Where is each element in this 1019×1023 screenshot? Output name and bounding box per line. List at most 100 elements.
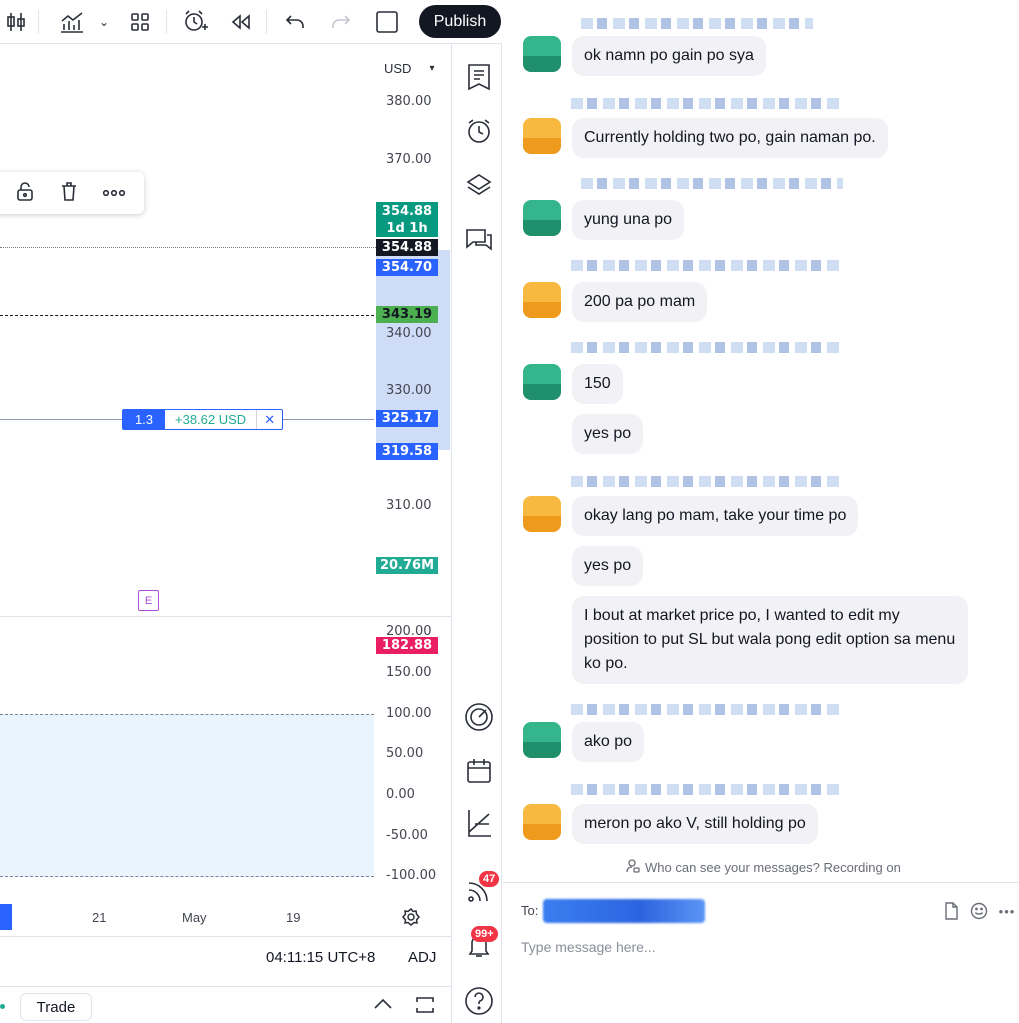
indicator-tick: -100.00 bbox=[386, 868, 437, 883]
redo-icon[interactable] bbox=[328, 8, 354, 36]
price-tick: 310.00 bbox=[386, 498, 432, 513]
avatar[interactable] bbox=[523, 118, 561, 154]
close-position-icon[interactable]: ✕ bbox=[256, 410, 282, 429]
layers-icon[interactable] bbox=[464, 170, 494, 200]
time-axis[interactable]: 21 May 19 bbox=[0, 904, 451, 932]
position-price-label: 325.17 bbox=[376, 410, 438, 427]
indicator-tick: 0.00 bbox=[386, 787, 415, 802]
avatar[interactable] bbox=[523, 804, 561, 840]
target-icon[interactable] bbox=[464, 702, 494, 732]
time-tick: 19 bbox=[286, 910, 301, 925]
alarm-add-icon[interactable] bbox=[180, 8, 210, 36]
to-label: To: bbox=[521, 903, 539, 918]
price-scale[interactable]: 380.00 370.00 340.00 330.00 310.00 200.0… bbox=[374, 44, 451, 904]
help-icon[interactable] bbox=[464, 986, 494, 1016]
calendar-icon[interactable] bbox=[464, 756, 494, 786]
indicator-value-label: 182.88 bbox=[376, 637, 438, 654]
message-bubble[interactable]: meron po ako V, still holding po bbox=[572, 804, 818, 844]
chevron-down-icon[interactable]: ⌄ bbox=[96, 8, 112, 36]
replay-icon[interactable] bbox=[228, 8, 254, 36]
pane-divider[interactable] bbox=[0, 616, 451, 617]
range-low-label: 319.58 bbox=[376, 443, 438, 460]
bottom-panel-bar: Trade bbox=[0, 986, 451, 1023]
tab-trade[interactable]: Trade bbox=[20, 993, 92, 1021]
emoji-icon[interactable] bbox=[969, 901, 989, 921]
sender-name-redacted bbox=[581, 178, 843, 189]
trend-line-icon[interactable] bbox=[464, 808, 494, 838]
adj-toggle[interactable]: ADJ bbox=[408, 949, 436, 966]
more-options-icon[interactable] bbox=[102, 184, 126, 202]
last-price-value: 354.88 bbox=[381, 204, 433, 219]
message-bubble[interactable]: Currently holding two po, gain naman po. bbox=[572, 118, 888, 158]
indicator-tick: -50.00 bbox=[386, 828, 428, 843]
price-tick: 380.00 bbox=[386, 94, 432, 109]
trash-icon[interactable] bbox=[58, 180, 80, 207]
sender-name-redacted bbox=[571, 260, 843, 271]
unlock-icon[interactable] bbox=[14, 180, 36, 207]
price-tick: 330.00 bbox=[386, 383, 432, 398]
order-price-label[interactable]: 343.19 bbox=[376, 306, 438, 323]
maximize-icon[interactable] bbox=[414, 994, 436, 1021]
chevron-up-icon[interactable] bbox=[372, 996, 394, 1017]
bar-countdown: 1d 1h bbox=[386, 221, 428, 236]
clock[interactable]: 04:11:15 UTC+8 bbox=[266, 949, 375, 966]
privacy-notice[interactable]: Who can see your messages? Recording on bbox=[625, 858, 901, 877]
time-tick: 21 bbox=[92, 910, 107, 925]
avatar[interactable] bbox=[523, 200, 561, 236]
order-line[interactable] bbox=[0, 315, 374, 316]
avatar[interactable] bbox=[523, 36, 561, 72]
watchlist-icon[interactable] bbox=[464, 62, 494, 92]
undo-icon[interactable] bbox=[282, 8, 308, 36]
earnings-marker[interactable]: E bbox=[138, 590, 159, 611]
privacy-text: Who can see your messages? Recording on bbox=[645, 860, 901, 875]
sender-name-redacted bbox=[571, 98, 843, 109]
avatar[interactable] bbox=[523, 364, 561, 400]
message-input[interactable] bbox=[521, 935, 1001, 959]
status-dot-icon bbox=[0, 1004, 5, 1009]
more-options-icon[interactable]: ••• bbox=[997, 901, 1017, 921]
sender-name-redacted bbox=[571, 476, 843, 487]
sender-name-redacted bbox=[571, 342, 843, 353]
message-bubble[interactable]: yung una po bbox=[572, 200, 685, 240]
alarm-clock-icon[interactable] bbox=[464, 116, 494, 146]
message-bubble[interactable]: ako po bbox=[572, 722, 645, 762]
message-bubble[interactable]: 150 bbox=[572, 364, 623, 404]
right-widget-bar: 47 99+ bbox=[452, 44, 502, 1023]
indicator-tick: 100.00 bbox=[386, 706, 432, 721]
publish-button[interactable]: Publish bbox=[419, 5, 501, 38]
status-bar: 04:11:15 UTC+8 ADJ bbox=[0, 936, 451, 980]
layout-grid-icon[interactable] bbox=[126, 8, 154, 36]
chat-icon[interactable] bbox=[464, 226, 494, 256]
fullscreen-icon[interactable] bbox=[372, 8, 402, 36]
position-badge[interactable]: 1.3 +38.62 USD ✕ bbox=[122, 409, 284, 430]
message-bubble[interactable]: okay lang po mam, take your time po bbox=[572, 496, 859, 536]
streams-badge: 47 bbox=[479, 871, 500, 887]
message-bubble[interactable]: 200 pa po mam bbox=[572, 282, 708, 322]
attach-file-icon[interactable] bbox=[941, 901, 961, 921]
gear-icon[interactable] bbox=[401, 907, 421, 930]
position-pnl: +38.62 USD bbox=[175, 412, 247, 427]
sender-name-redacted bbox=[581, 18, 813, 29]
chart-pane: USD ▾ 380.00 370.00 340.00 330.00 310.00… bbox=[0, 0, 452, 1023]
recipient-redacted[interactable] bbox=[543, 899, 705, 923]
message-bubble[interactable]: yes po bbox=[572, 414, 644, 454]
candles-icon[interactable] bbox=[4, 8, 28, 36]
chat-pane: ok namn po gain po sya Currently holding… bbox=[503, 0, 1019, 1023]
indicators-icon[interactable] bbox=[58, 8, 86, 36]
last-price-label: 354.88 1d 1h bbox=[376, 202, 438, 237]
message-bubble[interactable]: ok namn po gain po sya bbox=[572, 36, 766, 76]
avatar[interactable] bbox=[523, 496, 561, 532]
sender-name-redacted bbox=[571, 704, 843, 715]
avatar[interactable] bbox=[523, 722, 561, 758]
toolbar-divider bbox=[38, 10, 39, 34]
message-bubble[interactable]: yes po bbox=[572, 546, 644, 586]
top-toolbar: ⌄ Publish bbox=[0, 0, 502, 44]
volume-label: 20.76M bbox=[376, 557, 438, 574]
indicator-band bbox=[0, 714, 374, 877]
message-bubble[interactable]: I bout at market price po, I wanted to e… bbox=[572, 596, 968, 684]
user-lock-icon bbox=[625, 858, 641, 877]
crosshair-price-label: 354.88 bbox=[376, 239, 438, 256]
position-quantity: 1.3 bbox=[123, 410, 165, 429]
avatar[interactable] bbox=[523, 282, 561, 318]
time-tick: May bbox=[182, 910, 207, 925]
